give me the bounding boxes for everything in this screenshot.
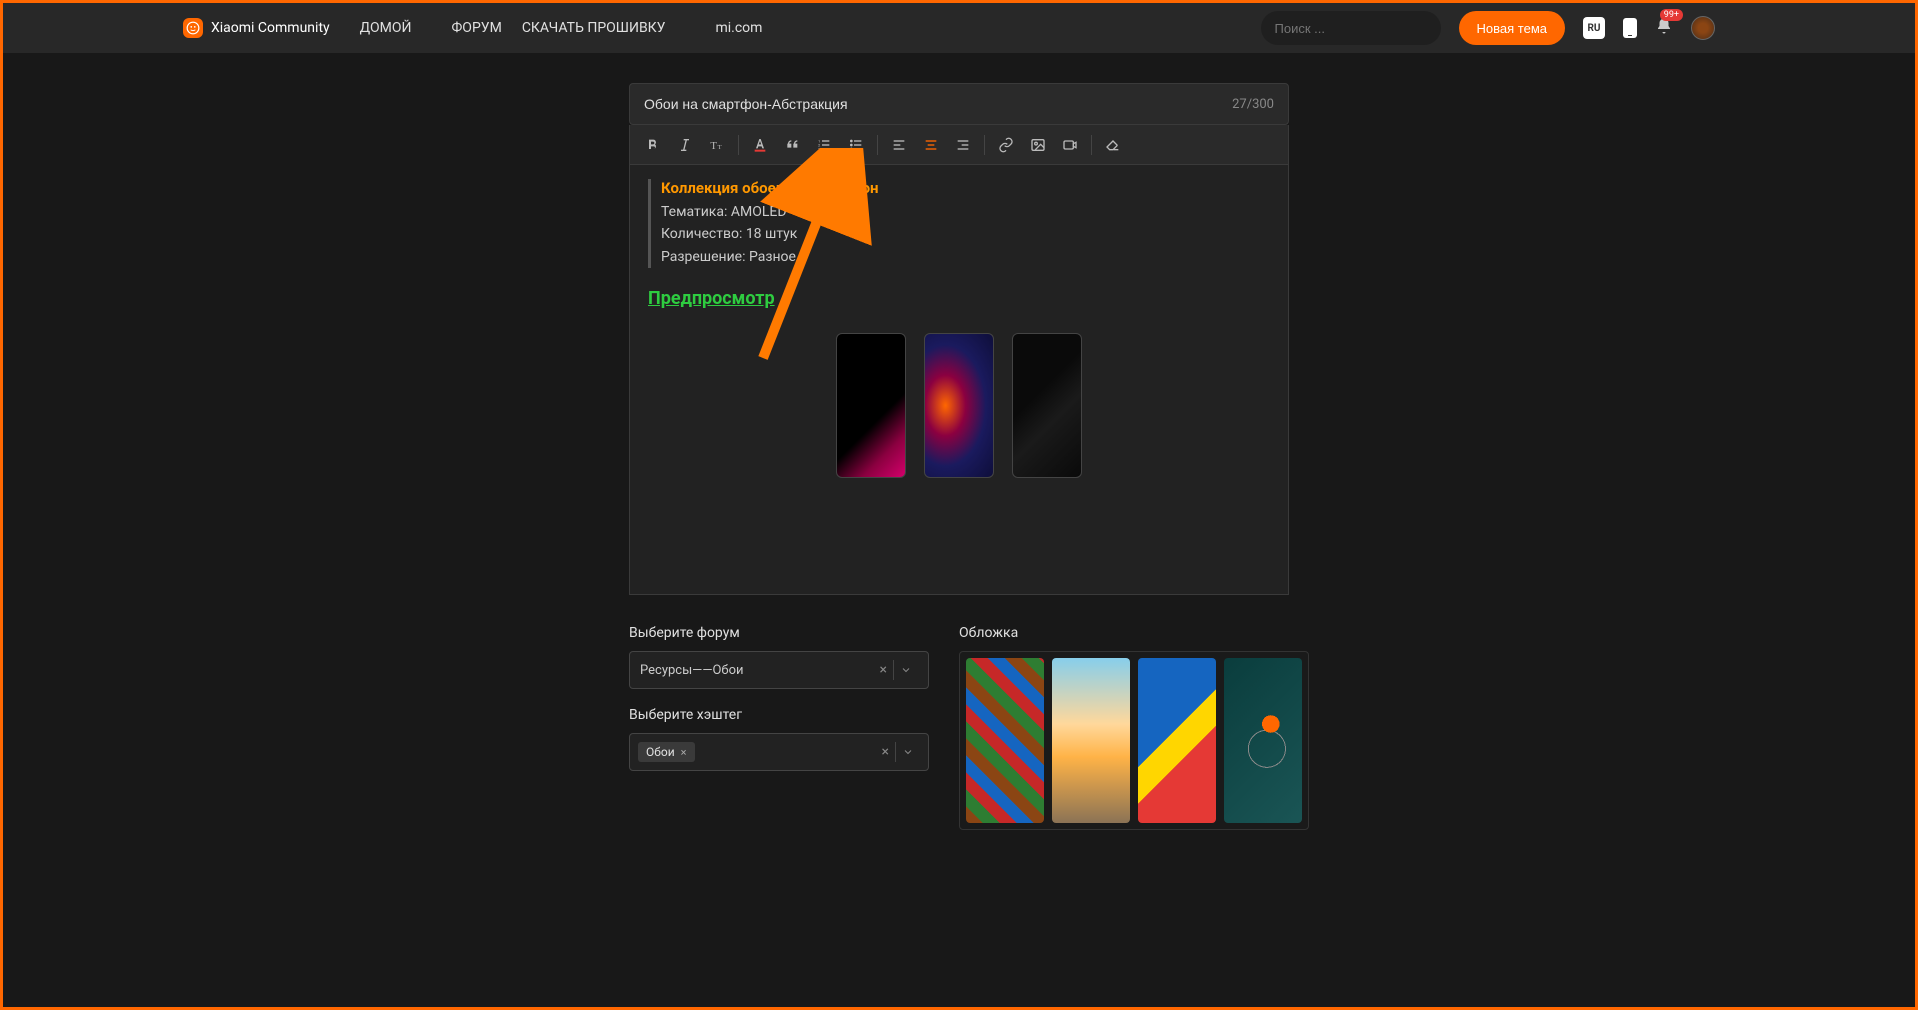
forum-select[interactable]: Ресурсы——Обои × [629,651,929,689]
brand-logo[interactable]: Xiaomi Community [183,18,330,38]
bold-button[interactable] [638,130,668,160]
title-field-wrap: 27/300 [629,83,1289,125]
brand-text: Xiaomi Community [211,20,330,36]
quote-line-theme: Тематика: AMOLED [661,201,1270,223]
nav-firmware[interactable]: СКАЧАТЬ ПРОШИВКУ [522,20,666,36]
hashtag-chip: Обои × [638,742,695,762]
cover-picker [959,651,1309,830]
hashtag-clear-icon[interactable]: × [876,744,895,760]
unordered-list-button[interactable] [841,130,871,160]
wallpaper-thumb-1[interactable] [836,333,906,478]
editor-toolbar: TT 123 [629,125,1289,165]
chevron-down-icon[interactable] [896,743,920,762]
cover-label: Обложка [959,625,1309,641]
quote-block: Коллекция обоев на смартфон Тематика: AM… [648,179,1270,268]
hashtag-chip-label: Обои [646,745,675,759]
notification-count: 99+ [1660,9,1683,21]
cover-option-2[interactable] [1052,658,1130,823]
align-left-button[interactable] [884,130,914,160]
user-avatar[interactable] [1691,16,1715,40]
forum-clear-icon[interactable]: × [874,662,893,678]
nav-home[interactable]: ДОМОЙ [360,20,412,36]
eraser-button[interactable] [1098,130,1128,160]
search-box[interactable] [1261,11,1441,45]
fontsize-button[interactable]: TT [702,130,732,160]
quote-line-count: Количество: 18 штук [661,223,1270,245]
notifications-button[interactable]: 99+ [1655,17,1673,39]
quote-button[interactable] [777,130,807,160]
preview-heading: Предпросмотр [648,288,1270,309]
char-counter: 27/300 [1232,97,1274,112]
svg-text:T: T [710,141,717,152]
align-center-button[interactable] [916,130,946,160]
new-topic-button[interactable]: Новая тема [1459,11,1565,45]
bell-icon [1655,20,1673,39]
cover-option-3[interactable] [1138,658,1216,823]
align-right-button[interactable] [948,130,978,160]
video-button[interactable] [1055,130,1085,160]
quote-line-resolution: Разрешение: Разное [661,246,1270,268]
phone-icon[interactable] [1623,18,1637,38]
forum-select-value: Ресурсы——Обои [640,663,874,678]
wallpaper-preview-row [648,333,1270,478]
wallpaper-thumb-2[interactable] [924,333,994,478]
image-button[interactable] [1023,130,1053,160]
hashtag-select-label: Выберите хэштег [629,707,929,723]
post-title-input[interactable] [644,96,1232,112]
search-input[interactable] [1275,21,1451,36]
cover-option-1[interactable] [966,658,1044,823]
svg-text:3: 3 [818,146,820,151]
language-badge[interactable]: RU [1583,17,1605,39]
forum-select-label: Выберите форум [629,625,929,641]
cover-option-4[interactable] [1224,658,1302,823]
link-button[interactable] [991,130,1021,160]
ordered-list-button[interactable]: 123 [809,130,839,160]
hashtag-select[interactable]: Обои × × [629,733,929,771]
mi-logo-icon [183,18,203,38]
textcolor-button[interactable] [745,130,775,160]
hashtag-remove-icon[interactable]: × [681,746,687,759]
svg-text:T: T [718,144,722,151]
nav-micom[interactable]: mi.com [715,20,762,36]
italic-button[interactable] [670,130,700,160]
top-header: Xiaomi Community ДОМОЙ ФОРУМ СКАЧАТЬ ПРО… [3,3,1915,53]
chevron-down-icon[interactable] [894,661,918,680]
wallpaper-thumb-3[interactable] [1012,333,1082,478]
nav-forum[interactable]: ФОРУМ [452,20,502,36]
quote-title: Коллекция обоев на смартфон [661,179,1270,197]
editor-content[interactable]: Коллекция обоев на смартфон Тематика: AM… [629,165,1289,595]
